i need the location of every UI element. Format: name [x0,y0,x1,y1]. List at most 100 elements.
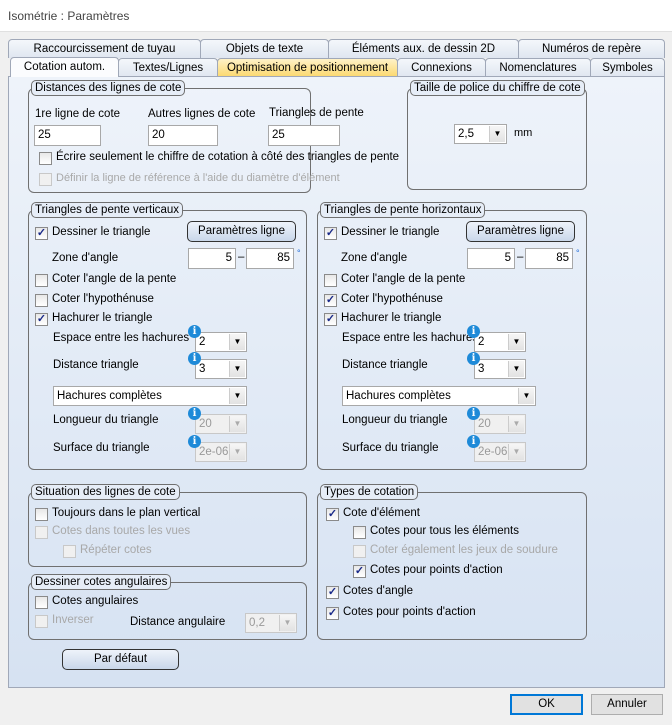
info-icon[interactable]: i [467,407,480,420]
angular-distance-label: Distance angulaire [130,616,226,628]
horizontal-line-params-button[interactable]: Paramètres ligne [466,221,575,242]
all-views-checkbox[interactable] [35,526,48,539]
horizontal-degree-sign: ° [576,248,580,258]
tab-nomenclatures[interactable]: Nomenclatures [485,58,591,77]
horizontal-length-label: Longueur du triangle [342,414,448,426]
tab-connexions[interactable]: Connexions [397,58,486,77]
info-icon[interactable]: i [467,325,480,338]
tab-symboles[interactable]: Symboles [590,58,665,77]
chevron-down-icon: ▼ [229,334,245,350]
horizontal-spacing-select[interactable]: 2 ▼ [474,332,526,352]
vertical-hyp-label: Coter l'hypothénuse [52,293,154,305]
invert-checkbox[interactable] [35,615,48,628]
define-ref-checkbox[interactable] [39,173,52,186]
title-bar: Isométrie : Paramètres [0,0,672,32]
action-checkbox[interactable]: ✓ [326,607,339,620]
vertical-hatch-label: Hachurer le triangle [52,312,153,324]
info-icon[interactable]: i [188,407,201,420]
font-size-select[interactable]: 2,5 ▼ [454,124,507,144]
vertical-length-select[interactable]: 20 ▼ [195,414,247,434]
angle-checkbox[interactable]: ✓ [326,586,339,599]
horizontal-hyp-checkbox[interactable]: ✓ [324,294,337,307]
horizontal-draw-label: Dessiner le triangle [341,226,440,238]
default-button[interactable]: Par défaut [62,649,179,670]
tab-cotation-autom[interactable]: Cotation autom. [10,57,119,77]
vertical-line-params-button[interactable]: Paramètres ligne [187,221,296,242]
group-title: Taille de police du chiffre de cote [410,80,585,96]
tab-optimisation[interactable]: Optimisation de positionnement [217,58,398,77]
chevron-down-icon: ▼ [229,444,245,460]
element-checkbox[interactable]: ✓ [326,508,339,521]
horizontal-zone-min-input[interactable]: 5 [467,248,515,269]
horizontal-hatch-checkbox[interactable]: ✓ [324,313,337,326]
repeat-checkbox[interactable] [63,545,76,558]
welding-checkbox[interactable] [353,545,366,558]
info-icon[interactable]: i [188,325,201,338]
horizontal-draw-checkbox[interactable]: ✓ [324,227,337,240]
vertical-degree-sign: ° [297,248,301,258]
tab-raccourcissement[interactable]: Raccourcissement de tuyau [8,39,201,58]
horizontal-spacing-label: Espace entre les hachures [342,332,479,344]
cancel-button[interactable]: Annuler [591,694,663,715]
angular-label: Cotes angulaires [52,595,139,607]
info-icon[interactable]: i [467,352,480,365]
chevron-down-icon: ▼ [508,444,524,460]
horizontal-angle-checkbox[interactable] [324,274,337,287]
vertical-spacing-select[interactable]: 2 ▼ [195,332,247,352]
horizontal-length-select[interactable]: 20 ▼ [474,414,526,434]
vertical-hatch-checkbox[interactable]: ✓ [35,313,48,326]
tab-numeros-repere[interactable]: Numéros de repère [518,39,665,58]
write-only-checkbox[interactable] [39,152,52,165]
group-title: Dessiner cotes angulaires [31,574,172,590]
vertical-zone-min-input[interactable]: 5 [188,248,236,269]
horizontal-hatch-type-select[interactable]: Hachures complètes ▼ [342,386,536,406]
vertical-spacing-label: Espace entre les hachures [53,332,190,344]
info-icon[interactable]: i [467,435,480,448]
all-elements-checkbox[interactable] [353,526,366,539]
horizontal-angle-label: Coter l'angle de la pente [341,273,466,285]
vertical-zone-dash: – [238,251,245,263]
tab-elements-aux[interactable]: Éléments aux. de dessin 2D [328,39,519,58]
tab-objets-texte[interactable]: Objets de texte [200,39,329,58]
vertical-distance-select[interactable]: 3 ▼ [195,359,247,379]
horizontal-zone-max-input[interactable]: 85 [525,248,573,269]
triangles-input[interactable]: 25 [268,125,340,146]
group-title: Triangles de pente horizontaux [320,202,486,218]
horizontal-surface-value: 2e-06 [478,446,508,458]
chevron-down-icon: ▼ [229,361,245,377]
action-sub-label: Cotes pour points d'action [370,564,503,576]
element-label: Cote d'élément [343,507,420,519]
horizontal-zone-dash: – [517,251,524,263]
vertical-surface-select[interactable]: 2e-06 ▼ [195,442,247,462]
tab-textes-lignes[interactable]: Textes/Lignes [118,58,218,77]
other-lines-input[interactable]: 20 [148,125,218,146]
first-line-label: 1re ligne de cote [35,108,121,120]
chevron-down-icon: ▼ [229,416,245,432]
vertical-draw-label: Dessiner le triangle [52,226,151,238]
action-sub-checkbox[interactable]: ✓ [353,565,366,578]
ok-button[interactable]: OK [510,694,583,715]
horizontal-spacing-value: 2 [478,336,485,348]
angular-distance-select[interactable]: 0,2 ▼ [245,613,297,633]
define-ref-label: Définir la ligne de référence à l'aide d… [56,172,340,184]
vertical-hyp-checkbox[interactable] [35,294,48,307]
chevron-down-icon: ▼ [518,388,534,404]
vertical-draw-checkbox[interactable]: ✓ [35,227,48,240]
font-size-value: 2,5 [458,128,474,140]
horizontal-surface-select[interactable]: 2e-06 ▼ [474,442,526,462]
horizontal-hyp-label: Coter l'hypothénuse [341,293,443,305]
chevron-down-icon: ▼ [229,388,245,404]
vertical-hatch-type-select[interactable]: Hachures complètes ▼ [53,386,247,406]
repeat-label: Répéter cotes [80,544,152,556]
window-title: Isométrie : Paramètres [8,9,130,23]
angular-checkbox[interactable] [35,596,48,609]
vertical-zone-max-input[interactable]: 85 [246,248,294,269]
info-icon[interactable]: i [188,352,201,365]
horizontal-distance-select[interactable]: 3 ▼ [474,359,526,379]
vertical-distance-value: 3 [199,363,206,375]
first-line-input[interactable]: 25 [34,125,101,146]
horizontal-distance-label: Distance triangle [342,359,428,371]
vertical-angle-checkbox[interactable] [35,274,48,287]
info-icon[interactable]: i [188,435,201,448]
always-vertical-checkbox[interactable] [35,508,48,521]
